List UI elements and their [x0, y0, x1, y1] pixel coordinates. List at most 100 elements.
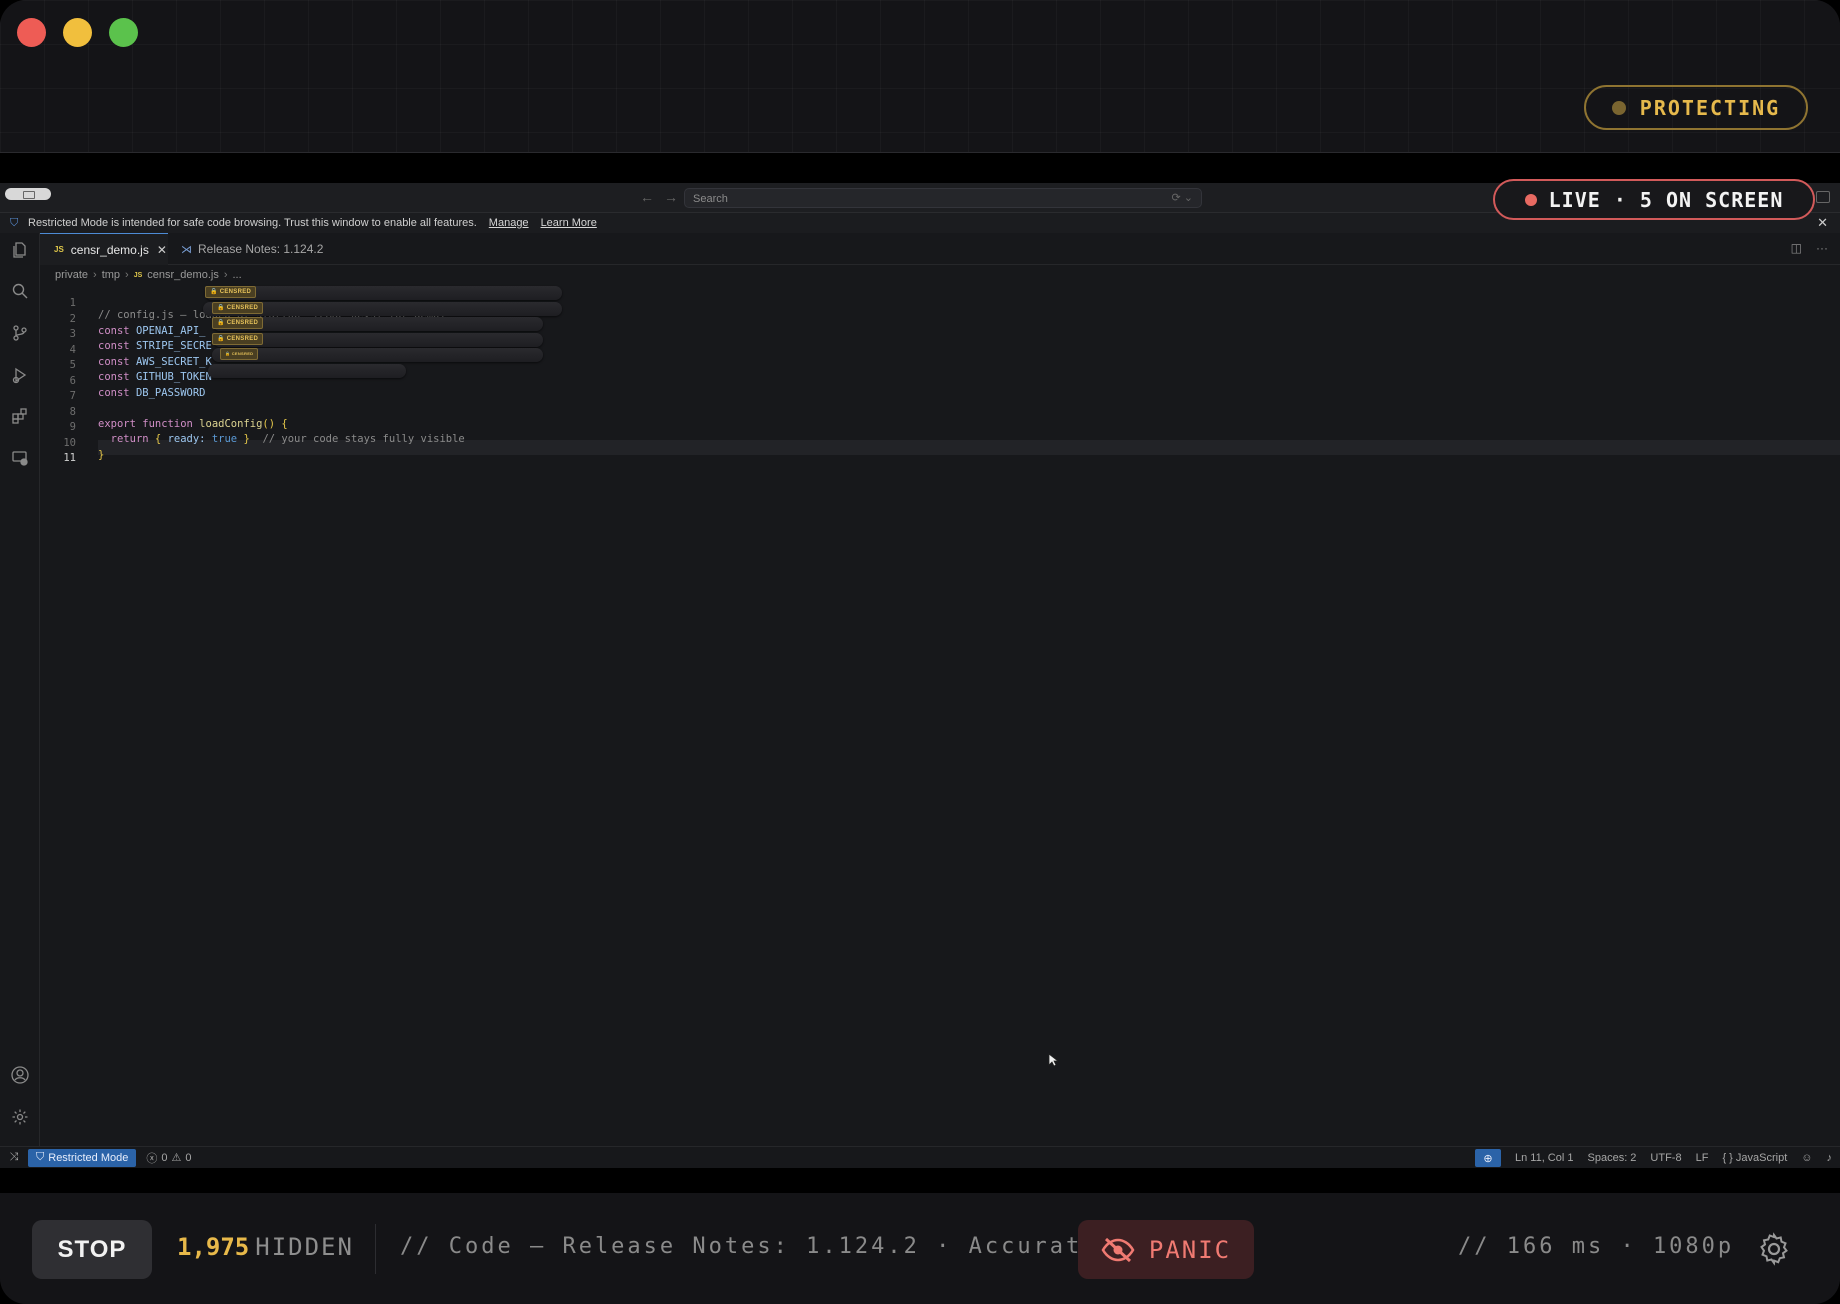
code-line: 10 } [40, 425, 1840, 461]
close-tab-icon[interactable]: ✕ [157, 243, 167, 257]
explorer-icon[interactable] [9, 239, 31, 261]
run-debug-icon[interactable] [9, 364, 31, 386]
activity-bar [0, 233, 40, 1148]
editor-layout-icon[interactable] [1816, 191, 1830, 203]
chevron-right-icon: › [93, 269, 97, 281]
live-status-badge: LIVE · 5 ON SCREEN [1493, 179, 1815, 220]
code-line: 7 [40, 378, 1840, 402]
live-label: LIVE · 5 ON SCREEN [1548, 187, 1784, 212]
settings-gear-icon[interactable] [1756, 1231, 1792, 1267]
braces-icon: { } [1722, 1152, 1733, 1164]
divider [375, 1224, 376, 1274]
error-icon: ⓧ [146, 1152, 158, 1165]
breadcrumb-item[interactable]: ... [233, 269, 242, 281]
eye-off-icon [1101, 1237, 1135, 1262]
language-label: JavaScript [1735, 1152, 1788, 1164]
chevron-right-icon: › [223, 269, 228, 281]
back-arrow-icon[interactable]: ← [640, 189, 654, 205]
split-editor-icon[interactable]: ◫ [1791, 241, 1802, 255]
separator-band [0, 1168, 1840, 1193]
indentation[interactable]: Spaces: 2 [1588, 1152, 1637, 1164]
source-control-icon[interactable] [9, 322, 31, 344]
tab-release-notes[interactable]: ⋊ Release Notes: 1.124.2 [169, 233, 327, 265]
restricted-mode-label: Restricted Mode [48, 1151, 129, 1164]
code-line: 11 [40, 440, 1840, 464]
status-dot-icon [1611, 100, 1626, 115]
panic-button[interactable]: PANIC [1078, 1220, 1254, 1279]
hidden-counter: 1,975 HIDDEN [177, 1233, 354, 1261]
editor-actions: ◫ ··· [1791, 241, 1828, 255]
nav-arrows: ← → [640, 189, 678, 205]
language-mode[interactable]: { } JavaScript [1722, 1152, 1787, 1164]
stop-button[interactable]: STOP [32, 1220, 152, 1279]
more-actions-icon[interactable]: ··· [1816, 241, 1828, 255]
redaction-bar [212, 348, 543, 362]
remote-indicator-icon[interactable]: ⤨ [0, 1151, 28, 1164]
cursor-position[interactable]: Ln 11, Col 1 [1515, 1152, 1574, 1164]
forward-arrow-icon[interactable]: → [664, 189, 678, 205]
shield-icon: ⛉ [10, 217, 19, 229]
censored-tag: 🔒 CENSRED [212, 317, 264, 329]
censored-tag: 🔒 CENSRED [212, 301, 264, 314]
line-number: 11 [63, 452, 76, 464]
censored-tag: 🔒 CENSRED [212, 332, 264, 345]
zoom-icon[interactable]: ⊕ [1474, 1149, 1501, 1167]
js-file-icon: JS [133, 271, 143, 279]
restricted-mode-indicator[interactable]: ⛉ Restricted Mode [28, 1148, 137, 1167]
redaction-bar [208, 363, 406, 378]
minimize-window-button[interactable] [63, 18, 92, 47]
chevron-right-icon: › [125, 269, 129, 281]
breadcrumb-item[interactable]: tmp [102, 269, 120, 281]
editor-tabs: JS censr_demo.js ✕ ⋊ Release Notes: 1.12… [40, 233, 1840, 265]
panic-label: PANIC [1148, 1235, 1232, 1264]
warning-count: 0 [185, 1151, 192, 1164]
close-window-button[interactable] [17, 18, 46, 47]
vscode-logo-icon: ⋊ [181, 243, 192, 256]
breadcrumb-item[interactable]: private [55, 269, 88, 281]
overlay-header: PROTECTING [0, 0, 1840, 153]
restricted-message: Restricted Mode is intended for safe cod… [28, 217, 477, 229]
bell-icon[interactable]: ♪ [1827, 1152, 1833, 1164]
editor-window: ← → ⟳ ⌄ LIVE · 5 ON SCREEN ⛉ Restricted … [0, 179, 1840, 1168]
problems-indicator[interactable]: ⓧ 0 ⚠ 0 [146, 1150, 191, 1166]
error-count: 0 [161, 1151, 168, 1164]
status-bar-right: ⊕ Ln 11, Col 1 Spaces: 2 UTF-8 LF { } Ja… [1474, 1149, 1833, 1167]
control-bar: STOP 1,975 HIDDEN // Code — Release Notes… [0, 1193, 1840, 1304]
copilot-chat-icon[interactable]: ⟳ ⌄ [1172, 191, 1194, 204]
code-editor[interactable]: 1 // config.js — loaded at startup (FAKE… [40, 285, 1840, 1148]
app-window: PROTECTING ← → ⟳ ⌄ LIVE · 5 ON SCREEN ⛉ [0, 0, 1840, 1304]
code-line: 8 export function loadConfig() { [40, 394, 1840, 430]
breadcrumb-item[interactable]: censr_demo.js [147, 269, 219, 281]
command-search-input[interactable] [685, 190, 1145, 208]
tab-label: Release Notes: 1.124.2 [198, 242, 324, 256]
command-search-box[interactable]: ⟳ ⌄ [684, 188, 1202, 208]
search-icon[interactable] [9, 280, 31, 302]
extensions-icon[interactable] [9, 405, 31, 427]
breadcrumb: private › tmp › JS censr_demo.js › ... [55, 267, 242, 283]
account-icon[interactable] [9, 1064, 31, 1086]
remote-explorer-icon[interactable] [9, 447, 31, 469]
maximize-window-button[interactable] [109, 18, 138, 47]
sidebar-toggle-icon[interactable] [5, 188, 51, 200]
protecting-status-badge: PROTECTING [1584, 85, 1808, 130]
performance-metrics: // 166 ms · 1080p [1458, 1234, 1735, 1259]
hidden-count-value: 1,975 [177, 1233, 250, 1261]
code-line: 9 return { ready: true } // your code st… [40, 409, 1840, 445]
js-file-icon: JS [54, 245, 64, 254]
close-icon[interactable]: ✕ [1817, 215, 1828, 231]
learn-more-link[interactable]: Learn More [541, 217, 597, 229]
settings-gear-icon[interactable] [9, 1106, 31, 1128]
copilot-icon[interactable]: ☺ [1801, 1152, 1812, 1164]
line-ending[interactable]: LF [1696, 1152, 1709, 1164]
protecting-label: PROTECTING [1639, 95, 1781, 120]
mouse-pointer-icon [1048, 1053, 1058, 1067]
manage-link[interactable]: Manage [489, 217, 529, 229]
tab-label: censr_demo.js [70, 242, 149, 257]
encoding[interactable]: UTF-8 [1650, 1152, 1681, 1164]
redaction-bar [205, 286, 562, 300]
censored-tag: 🔒 CENSRED [205, 286, 257, 298]
live-dot-icon [1524, 193, 1537, 206]
tab-censr-demo[interactable]: JS censr_demo.js ✕ [40, 233, 168, 265]
titlebar: ← → ⟳ ⌄ LIVE · 5 ON SCREEN [0, 179, 1840, 220]
source-info: // Code — Release Notes: 1.124.2 · Accur… [400, 1234, 1099, 1259]
